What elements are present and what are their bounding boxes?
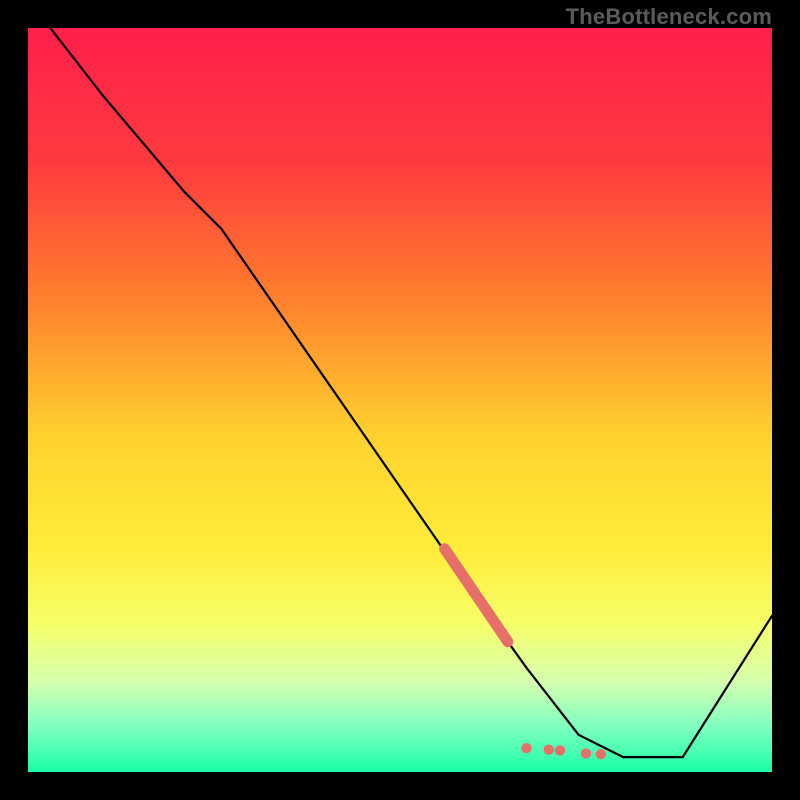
watermark-text: TheBottleneck.com — [566, 4, 772, 30]
plot-area — [28, 28, 772, 772]
highlight-dot — [544, 744, 554, 754]
highlight-dot — [596, 749, 606, 759]
chart-frame: TheBottleneck.com — [0, 0, 800, 800]
highlight-dot — [555, 745, 565, 755]
chart-svg — [28, 28, 772, 772]
highlight-dot — [581, 748, 591, 758]
highlight-dot — [521, 743, 531, 753]
